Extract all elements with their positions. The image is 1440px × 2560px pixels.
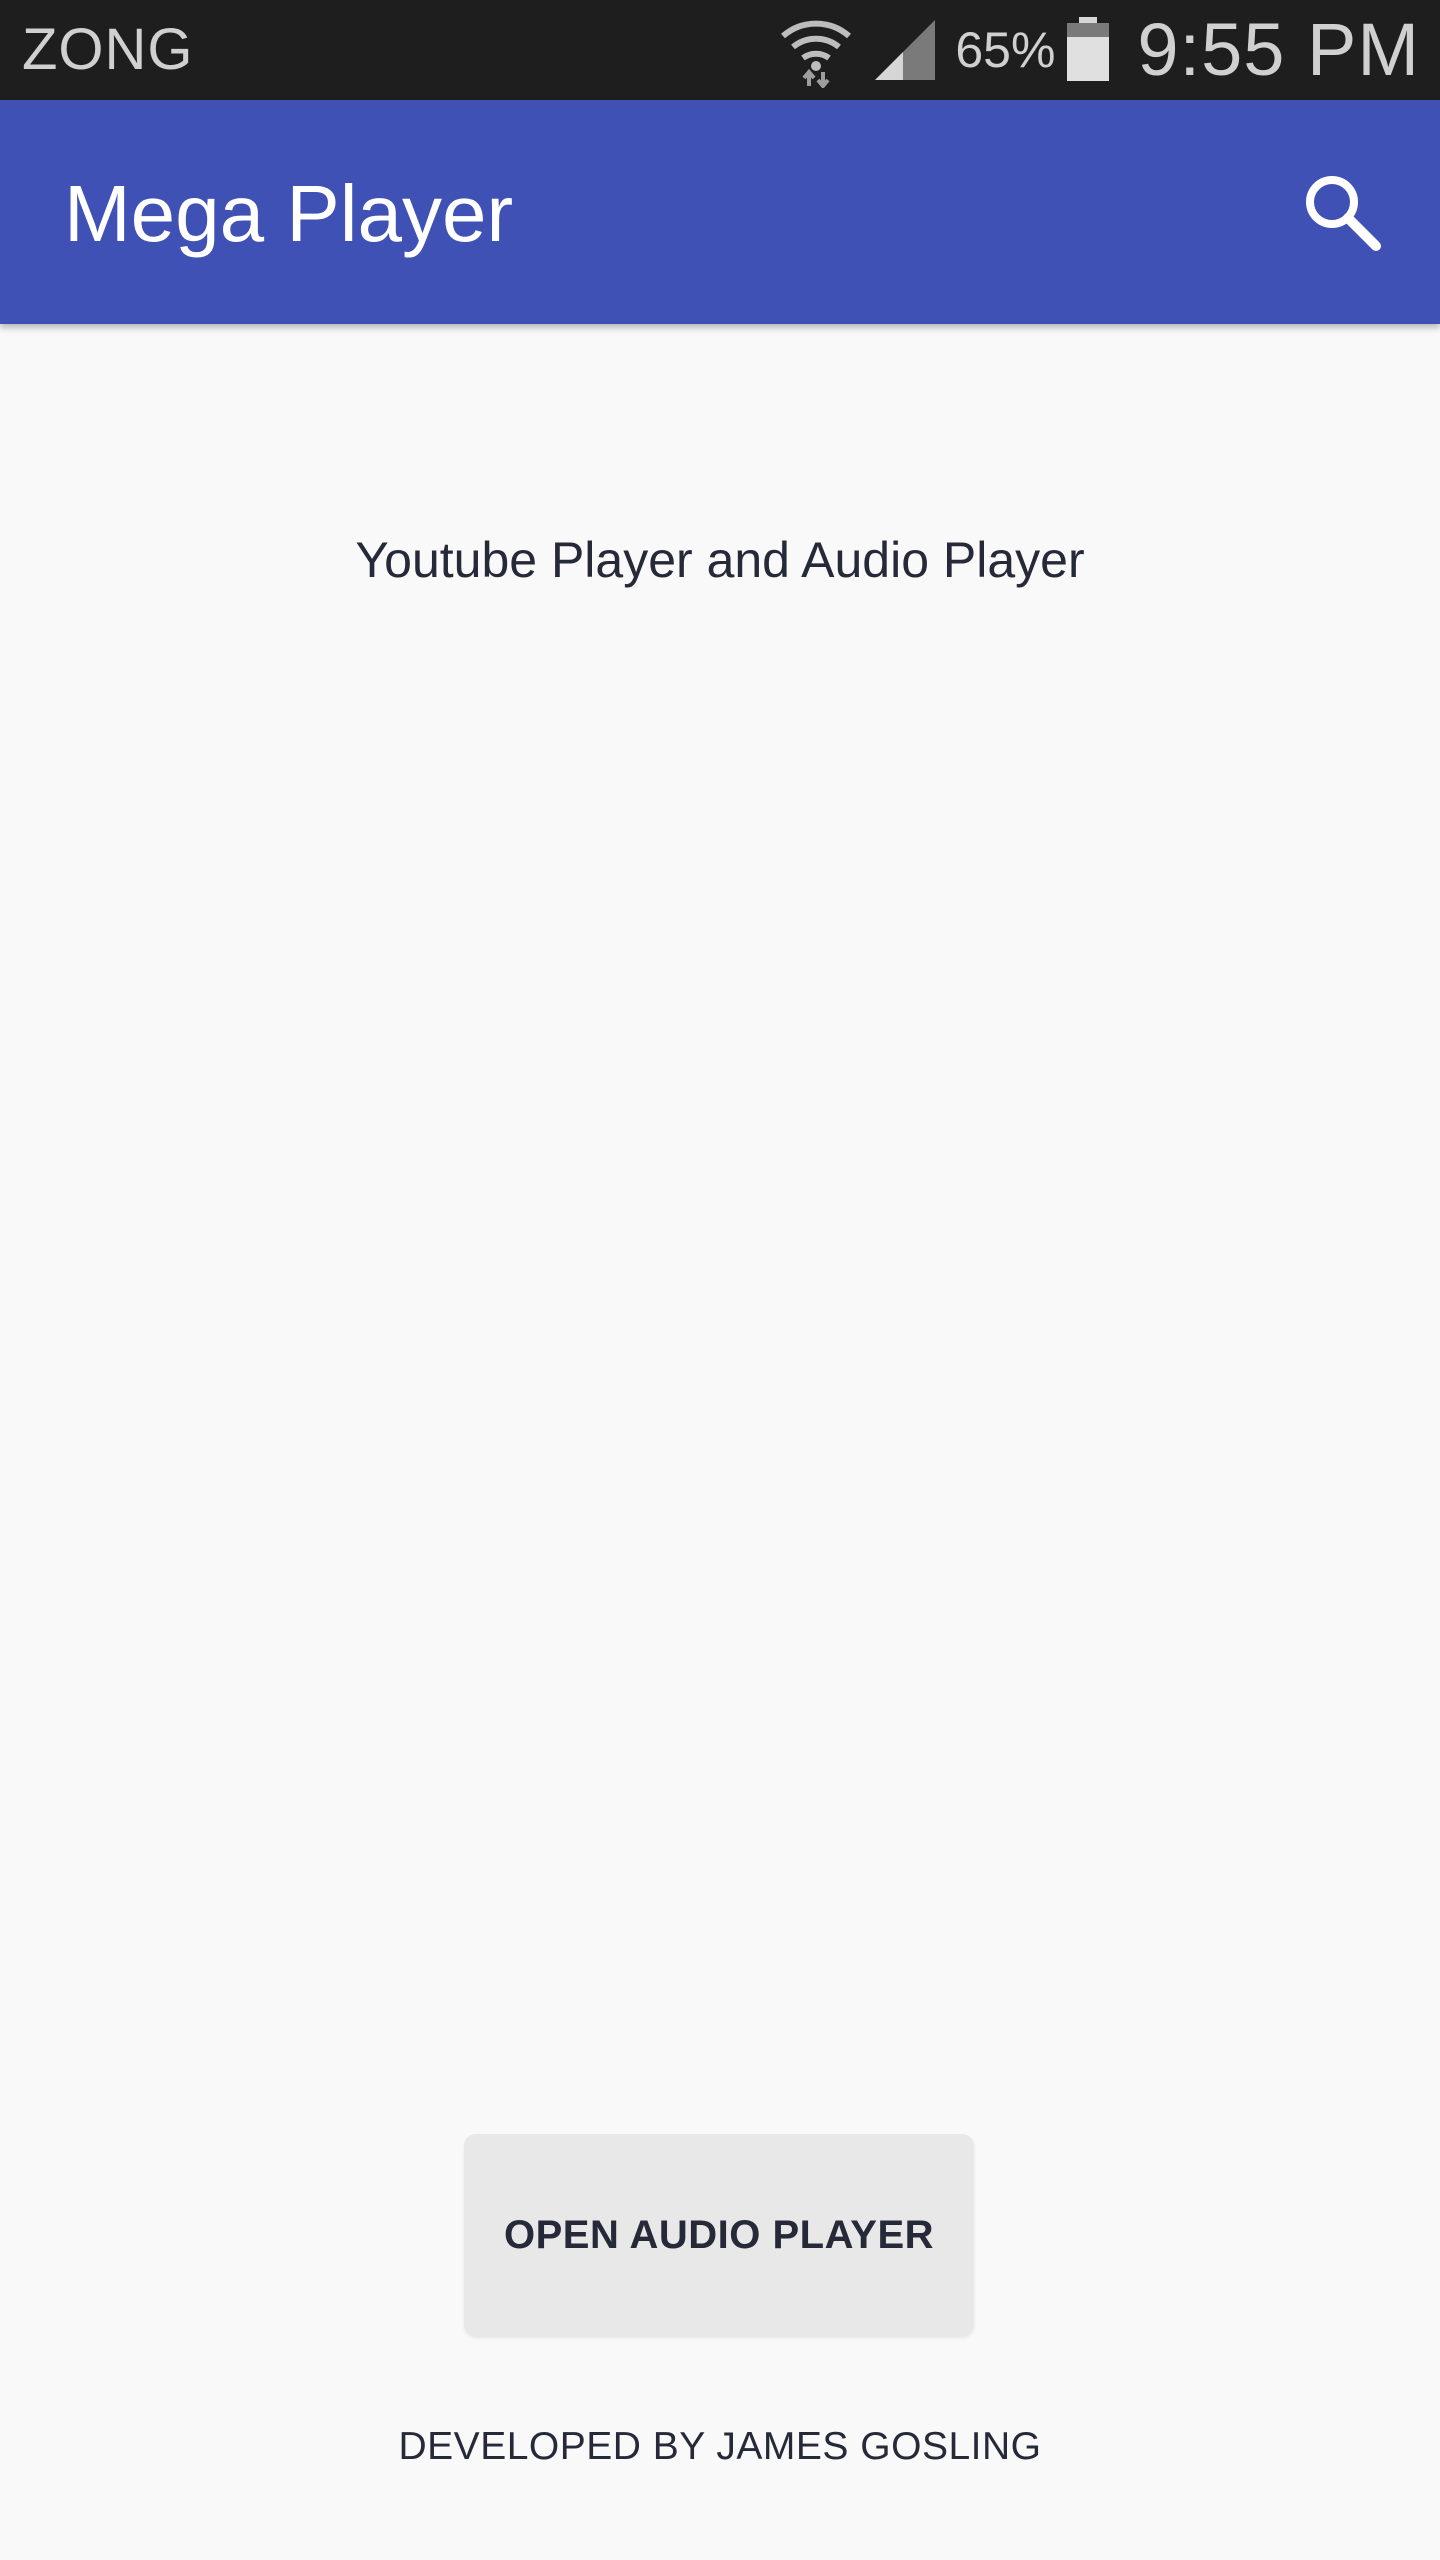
status-bar: ZONG 65% 9:55 PM: [0, 0, 1440, 100]
wifi-icon: [781, 20, 852, 88]
developer-credit: DEVELOPED BY JAMES GOSLING: [398, 2425, 1042, 2468]
clock: 9:55 PM: [1137, 8, 1420, 91]
cell-signal-icon: [875, 20, 936, 80]
app-bar: Mega Player: [0, 100, 1440, 324]
search-icon: [1306, 176, 1381, 251]
open-audio-player-button[interactable]: OPEN AUDIO PLAYER: [464, 2134, 974, 2336]
battery-icon: [1067, 17, 1110, 81]
carrier-label: ZONG: [22, 17, 194, 82]
search-button[interactable]: [1290, 160, 1394, 264]
headline-text: Youtube Player and Audio Player: [355, 532, 1085, 588]
battery-percent: 65%: [955, 22, 1056, 78]
status-icons: 65% 9:55 PM: [779, 0, 1420, 100]
app-screen: ZONG 65% 9:55 PM Mega Player Youtube Pla…: [0, 0, 1440, 2560]
app-title: Mega Player: [64, 169, 514, 258]
